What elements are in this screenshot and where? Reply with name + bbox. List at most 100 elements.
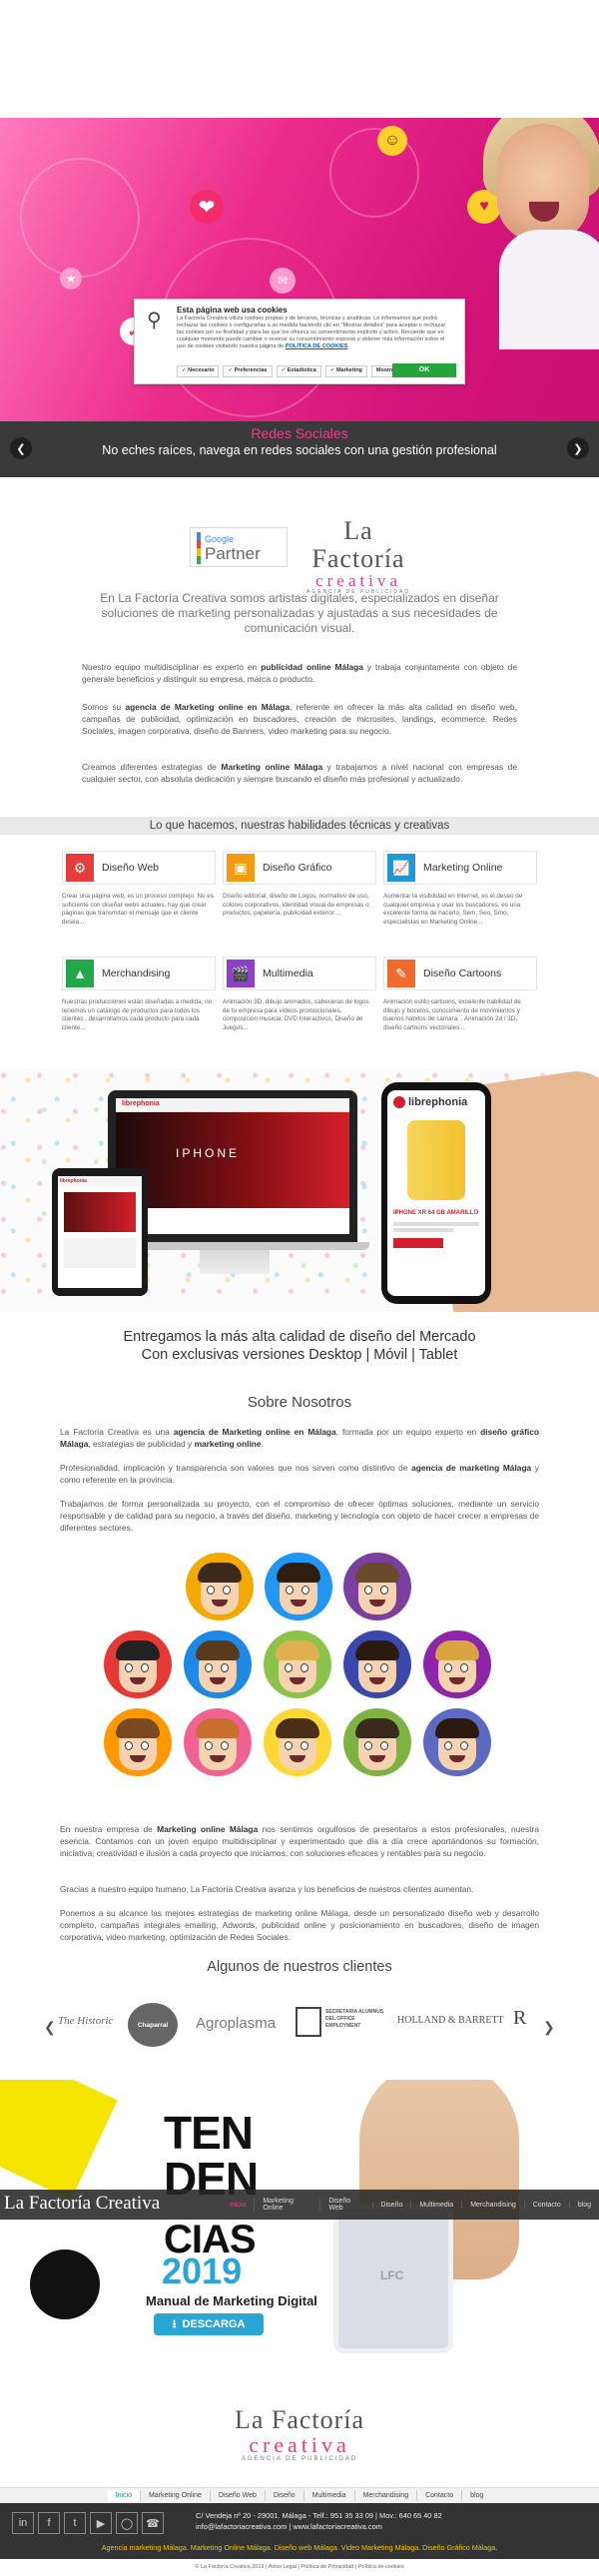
marketing-icon: 📈 xyxy=(387,854,415,882)
nav-item-diseno[interactable]: Diseño xyxy=(371,2201,411,2209)
footer-contact: in f t ▶ ◯ ☎ C/ Vendeja nº 20 - 29001. M… xyxy=(0,2503,599,2559)
slider-next-button[interactable]: ❯ xyxy=(567,437,589,459)
cartoon-icon: ✎ xyxy=(387,960,415,987)
slider-caption: Redes Sociales No eches raíces, navega e… xyxy=(0,421,599,477)
cookie-title: Esta página web usa cookies xyxy=(177,306,288,315)
footer-nav: Inicio Marketing Online Diseño Web Diseñ… xyxy=(0,2487,599,2503)
service-merchandising[interactable]: ▲ Merchandising Nuestras producciones es… xyxy=(62,957,216,1032)
client-logo-agroplasma: Agroplasma xyxy=(196,2015,277,2032)
facebook-icon[interactable]: f xyxy=(38,2512,60,2534)
cookie-option-preferences[interactable]: ✓ Preferencias xyxy=(223,365,273,377)
youtube-icon[interactable]: ▶ xyxy=(90,2512,112,2534)
laugh-emoji-icon: ☺ xyxy=(377,126,407,156)
copyright: © La Factoría Creativa 2019 | Aviso Lega… xyxy=(0,2559,599,2576)
team-avatar xyxy=(423,1630,491,1698)
download-icon: ⭳ xyxy=(172,2317,177,2330)
about-paragraph-6: Ponemos a su alcance las mejores estrate… xyxy=(60,1908,539,1942)
linkedin-icon[interactable]: in xyxy=(12,2512,34,2534)
clients-prev-button[interactable]: ❮ xyxy=(44,2019,56,2036)
cookie-ok-button[interactable]: OK xyxy=(392,363,456,377)
cookie-option-necessary[interactable]: ✓ Necesario xyxy=(177,365,220,377)
slide-subtitle: No eches raíces, navega en redes sociale… xyxy=(102,443,497,457)
chevron-left-icon: ❮ xyxy=(44,2019,56,2035)
nav-item-marketing-online[interactable]: Marketing Online xyxy=(254,2198,319,2212)
star-icon: ★ xyxy=(60,268,82,290)
nav-item-contacto[interactable]: Contacto xyxy=(523,2201,569,2209)
service-web-design[interactable]: ⚙ Diseño Web Crear una página web, es un… xyxy=(62,851,216,927)
clients-next-button[interactable]: ❯ xyxy=(543,2019,555,2036)
team-avatar xyxy=(343,1553,411,1620)
promo-line-1: TEN xyxy=(164,2107,254,2159)
info-bulb-icon: ⚲ xyxy=(147,310,162,331)
nav-item-inicio[interactable]: Inicio xyxy=(222,2202,254,2209)
intro-lead: En La Factoría Creativa somos artistas d… xyxy=(100,591,499,635)
service-multimedia[interactable]: 🎬 Multimedia Animación 3D, dibujo animad… xyxy=(223,957,376,1032)
about-paragraph-1: La Factoría Creativa es una agencia de M… xyxy=(60,1427,539,1449)
web-design-icon: ⚙ xyxy=(66,854,94,882)
multimedia-icon: 🎬 xyxy=(227,960,255,987)
footer-nav-merchandising[interactable]: Merchandising xyxy=(353,2490,417,2501)
nav-item-merchandising[interactable]: Merchandising xyxy=(461,2201,524,2209)
tablet-image: LFC xyxy=(333,2204,453,2353)
promo-subtitle: Manual de Marketing Digital xyxy=(146,2293,317,2308)
devices-showcase: librephonia IPHONE librephonia librephon… xyxy=(0,1068,599,1312)
footer-contact-line[interactable]: info@lafactoriacreativa.com | www.lafact… xyxy=(196,2522,382,2531)
download-button[interactable]: ⭳ DESCARGA xyxy=(154,2313,264,2335)
cookie-options: ✓ Necesario ✓ Preferencias ✓ Estadística… xyxy=(177,365,428,377)
slider-prev-button[interactable]: ❮ xyxy=(10,437,32,459)
google-partner-badge: Google Partner xyxy=(190,527,288,567)
client-logo-secretaria: SECRETARIA ALUMNUS DEL OFFICE EMPLOYMENT xyxy=(325,2009,384,2029)
services-heading: Lo que hacemos, nuestras habilidades téc… xyxy=(0,817,599,835)
nav-item-multimedia[interactable]: Multimedia xyxy=(410,2201,461,2209)
tablet-image: librephonia xyxy=(52,1168,148,1296)
footer-nav-inicio[interactable]: Inicio xyxy=(107,2490,140,2501)
service-marketing-online[interactable]: 📈 Marketing Online Aumentar la visibilid… xyxy=(383,851,537,927)
promo-banner: LFC TEN DEN CIAS 2019 Manual de Marketin… xyxy=(0,2080,599,2377)
team-avatars xyxy=(0,1503,599,1832)
team-avatar xyxy=(343,1708,411,1776)
team-avatar xyxy=(265,1553,332,1620)
main-nav: La Factoría Creativa Inicio Marketing On… xyxy=(0,2190,599,2220)
intro-paragraph-2: Somos su agencia de Marketing online en … xyxy=(82,702,517,736)
team-avatar xyxy=(184,1630,252,1698)
service-cartoons[interactable]: ✎ Diseño Cartoons Animación estilo carto… xyxy=(383,957,537,1032)
service-graphic-design[interactable]: ▣ Diseño Gráfico Diseño editorial, diseñ… xyxy=(223,851,376,919)
footer-nav-diseno-web[interactable]: Diseño Web xyxy=(209,2490,265,2501)
cookie-policy-link[interactable]: POLÍTICA DE COOKIES xyxy=(286,343,348,349)
team-avatar xyxy=(186,1553,254,1620)
intro-paragraph-3: Creamos diferentes estrategias de Market… xyxy=(82,762,517,784)
showcase-headline-2: Con exclusivas versiones Desktop | Móvil… xyxy=(141,1347,458,1363)
nav-item-diseno-web[interactable]: Diseño Web xyxy=(319,2198,371,2212)
footer-logo[interactable]: La Factoría creativa AGENCIA DE PUBLICID… xyxy=(226,2406,373,2463)
chat-icon: ✉ xyxy=(270,268,296,294)
team-avatar xyxy=(264,1708,331,1776)
footer-nav-contacto[interactable]: Contacto xyxy=(416,2490,461,2501)
footer-nav-multimedia[interactable]: Multimedia xyxy=(302,2490,354,2501)
instagram-icon[interactable]: ◯ xyxy=(116,2512,138,2534)
footer-address: C/ Vendeja nº 20 - 29001. Málaga - Telf.… xyxy=(196,2511,442,2520)
chevron-right-icon: ❯ xyxy=(543,2019,555,2035)
nav-brand[interactable]: La Factoría Creativa xyxy=(4,2193,160,2215)
graphic-design-icon: ▣ xyxy=(227,854,255,882)
client-logo-holland-barrett: HOLLAND & BARRETT xyxy=(397,2015,504,2026)
cookie-text: La Factoría Creativa utiliza cookies pro… xyxy=(177,316,446,349)
about-heading: Sobre Nosotros xyxy=(247,1394,352,1411)
heart-icon: ❤ xyxy=(190,190,224,224)
footer-nav-blog[interactable]: blog xyxy=(461,2490,491,2501)
footer-nav-marketing-online[interactable]: Marketing Online xyxy=(139,2490,210,2501)
phone-image: librephonia IPHONE XR 64 GB AMARILLO xyxy=(381,1082,491,1304)
cookie-option-statistics[interactable]: ✓ Estadística xyxy=(276,365,321,377)
cookie-option-marketing[interactable]: ✓ Marketing xyxy=(324,365,367,377)
whatsapp-icon[interactable]: ☎ xyxy=(142,2512,164,2534)
client-logo-r: R xyxy=(513,2007,527,2029)
nav-item-blog[interactable]: blog xyxy=(568,2201,599,2209)
twitter-icon[interactable]: t xyxy=(64,2512,86,2534)
footer-nav-diseno[interactable]: Diseño xyxy=(264,2490,303,2501)
team-avatar xyxy=(423,1708,491,1776)
chevron-right-icon: ❯ xyxy=(573,442,583,455)
librephonia-logo-icon xyxy=(393,1096,405,1108)
team-avatar xyxy=(104,1630,172,1698)
footer-seo-links[interactable]: Agencia marketing Málaga. Marketing Onli… xyxy=(0,2543,599,2552)
team-avatar xyxy=(184,1708,252,1776)
slide-title: Redes Sociales xyxy=(251,425,348,441)
